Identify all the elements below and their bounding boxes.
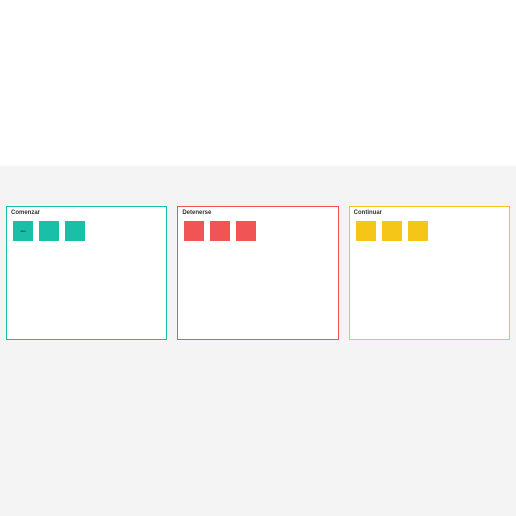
sticky-note[interactable] xyxy=(236,221,256,241)
column-stop[interactable]: Detenerse xyxy=(177,206,338,340)
sticky-note[interactable] xyxy=(210,221,230,241)
column-start[interactable]: Comenzar idea xyxy=(6,206,167,340)
columns-row: Comenzar idea Detenerse xyxy=(6,206,510,340)
sticky-note[interactable] xyxy=(39,221,59,241)
notes-continue xyxy=(350,219,509,241)
column-title-start: Comenzar xyxy=(7,207,166,219)
sticky-note-label: idea xyxy=(20,230,26,233)
column-title-continue: Continuar xyxy=(350,207,509,219)
sticky-note[interactable]: idea xyxy=(13,221,33,241)
column-continue[interactable]: Continuar xyxy=(349,206,510,340)
sticky-note[interactable] xyxy=(184,221,204,241)
sticky-note[interactable] xyxy=(408,221,428,241)
sticky-note[interactable] xyxy=(382,221,402,241)
retro-canvas[interactable]: Comenzar idea Detenerse xyxy=(0,166,516,516)
sticky-note[interactable] xyxy=(356,221,376,241)
column-title-stop: Detenerse xyxy=(178,207,337,219)
notes-stop xyxy=(178,219,337,241)
sticky-note[interactable] xyxy=(65,221,85,241)
notes-start: idea xyxy=(7,219,166,241)
